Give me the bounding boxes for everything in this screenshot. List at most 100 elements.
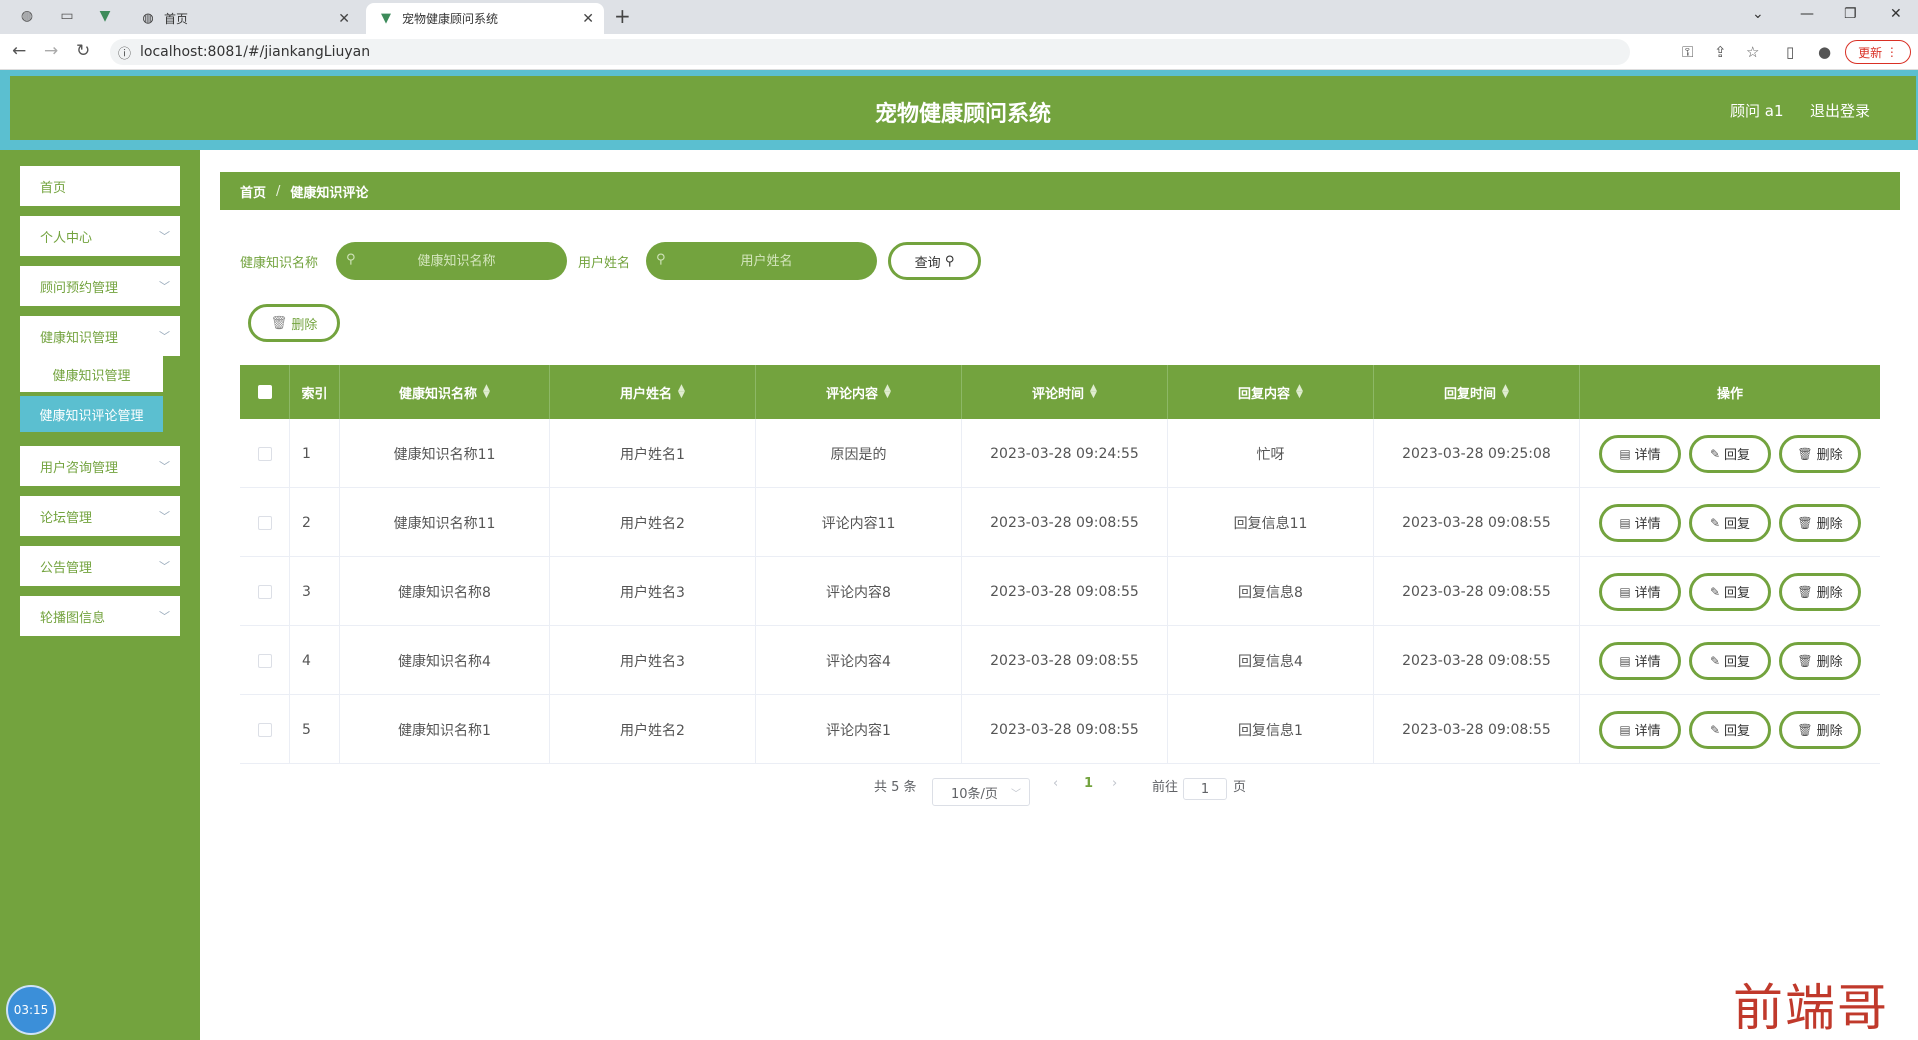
header-reply[interactable]: 回复内容 ▲ ▼ xyxy=(1168,365,1374,419)
row-checkbox[interactable] xyxy=(257,653,272,668)
reply-button[interactable]: ✎ 回复 xyxy=(1689,503,1771,542)
header-knowledge-name[interactable]: 健康知识名称 ▲ ▼ xyxy=(340,365,550,419)
breadcrumb-home[interactable]: 首页 xyxy=(240,182,266,201)
window-close-icon[interactable]: ✕ xyxy=(1890,6,1902,22)
detail-button[interactable]: ▤ 详情 xyxy=(1599,572,1681,611)
side-panel-icon[interactable]: ▯ xyxy=(1786,43,1794,61)
minimize-icon[interactable]: — xyxy=(1800,6,1814,22)
next-page-icon[interactable]: › xyxy=(1112,776,1117,791)
knowledge-name-input[interactable] xyxy=(336,242,567,280)
sidebar-item-personal-center[interactable]: 个人中心 ﹀ xyxy=(20,216,180,256)
sort-icon[interactable]: ▲ ▼ xyxy=(1296,384,1303,400)
trash-icon: 🗑 xyxy=(1797,584,1813,599)
sidebar-item-notice[interactable]: 公告管理 ﹀ xyxy=(20,546,180,586)
row-checkbox[interactable] xyxy=(257,722,272,737)
row-checkbox[interactable] xyxy=(257,584,272,599)
cell-comment: 原因是的 xyxy=(756,419,962,488)
pinned-tab-vue-icon[interactable]: ▼ xyxy=(96,8,114,26)
cell-select[interactable] xyxy=(240,695,290,764)
sidebar-item-appointment[interactable]: 顾问预约管理 ﹀ xyxy=(20,266,180,306)
reply-button[interactable]: ✎ 回复 xyxy=(1689,710,1771,749)
tab-close-icon[interactable]: ✕ xyxy=(338,11,350,27)
row-checkbox[interactable] xyxy=(257,515,272,530)
key-icon[interactable]: ⚿ xyxy=(1682,43,1693,61)
forward-icon[interactable]: → xyxy=(44,41,58,61)
back-icon[interactable]: ← xyxy=(12,41,26,61)
sort-icon[interactable]: ▲ ▼ xyxy=(678,384,685,400)
detail-button[interactable]: ▤ 详情 xyxy=(1599,503,1681,542)
vue-logo-icon: ▼ xyxy=(381,11,391,26)
sort-icon[interactable]: ▲ ▼ xyxy=(884,384,891,400)
cell-index: 3 xyxy=(290,557,340,626)
detail-button[interactable]: ▤ 详情 xyxy=(1599,710,1681,749)
delete-button[interactable]: 🗑 删除 xyxy=(1779,572,1861,611)
browser-update-button[interactable]: 更新 ⋮ xyxy=(1845,40,1911,64)
submenu-item-knowledge-comments[interactable]: 健康知识评论管理 xyxy=(20,396,163,432)
query-button[interactable]: 查询 ⚲ xyxy=(888,242,981,280)
new-tab-icon[interactable]: + xyxy=(614,4,631,28)
batch-delete-button[interactable]: 🗑 删除 xyxy=(248,304,340,342)
restore-icon[interactable]: ❐ xyxy=(1844,6,1857,22)
table-row: 5 健康知识名称1 用户姓名2 评论内容1 2023-03-28 09:08:55 回复信… xyxy=(240,695,1880,764)
chevron-down-icon: ﹀ xyxy=(159,510,170,523)
header-reply-time[interactable]: 回复时间 ▲ ▼ xyxy=(1374,365,1580,419)
cell-select[interactable] xyxy=(240,626,290,695)
page-size-select[interactable]: 10条/页 ﹀ xyxy=(932,778,1030,806)
tab-close-icon[interactable]: ✕ xyxy=(582,11,594,27)
user-name-input[interactable] xyxy=(646,242,877,280)
logout-link[interactable]: 退出登录 xyxy=(1810,100,1870,121)
reply-label: 回复 xyxy=(1724,586,1751,601)
sort-icon[interactable]: ▲ ▼ xyxy=(483,384,490,400)
header-comment-time[interactable]: 评论时间 ▲ ▼ xyxy=(962,365,1168,419)
user-name-search: ⚲ xyxy=(646,242,877,280)
prev-page-icon[interactable]: ‹ xyxy=(1053,776,1058,791)
delete-button[interactable]: 🗑 删除 xyxy=(1779,503,1861,542)
browser-tab-app[interactable]: ▼ 宠物健康顾问系统 ✕ xyxy=(366,3,604,34)
header-actions: 操作 xyxy=(1580,365,1880,419)
select-all-checkbox[interactable] xyxy=(257,385,272,399)
site-info-icon[interactable]: ⓘ xyxy=(118,43,131,62)
reply-button[interactable]: ✎ 回复 xyxy=(1689,572,1771,611)
detail-button[interactable]: ▤ 详情 xyxy=(1599,434,1681,473)
cell-text: 4 xyxy=(302,652,311,669)
sidebar-item-carousel[interactable]: 轮播图信息 ﹀ xyxy=(20,596,180,636)
delete-button[interactable]: 🗑 删除 xyxy=(1779,434,1861,473)
goto-page-input[interactable]: 1 xyxy=(1183,778,1227,800)
sort-icon[interactable]: ▲ ▼ xyxy=(1502,384,1509,400)
submenu-item-knowledge[interactable]: 健康知识管理 xyxy=(20,356,163,392)
search-icon: ⚲ xyxy=(346,252,356,267)
sort-icon[interactable]: ▲ ▼ xyxy=(1090,384,1097,400)
sidebar-item-health-knowledge[interactable]: 健康知识管理 ﹀ xyxy=(20,316,180,356)
tab-search-icon[interactable]: ⌄ xyxy=(1752,6,1764,22)
cell-select[interactable] xyxy=(240,488,290,557)
pinned-tab-globe-icon[interactable]: ◍ xyxy=(18,8,36,26)
row-checkbox[interactable] xyxy=(257,446,272,461)
cell-text: 评论内容4 xyxy=(826,653,891,670)
browser-tab-home[interactable]: ◍ 首页 ✕ xyxy=(128,3,360,34)
detail-button[interactable]: ▤ 详情 xyxy=(1599,641,1681,680)
page-number[interactable]: 1 xyxy=(1084,776,1093,791)
sidebar-item-consultation[interactable]: 用户咨询管理 ﹀ xyxy=(20,446,180,486)
header-index: 索引 xyxy=(290,365,340,419)
cell-select[interactable] xyxy=(240,557,290,626)
cell-select[interactable] xyxy=(240,419,290,488)
cell-actions: ▤ 详情 ✎ 回复 🗑 删除 xyxy=(1580,626,1880,695)
reply-button[interactable]: ✎ 回复 xyxy=(1689,434,1771,473)
reload-icon[interactable]: ↻ xyxy=(76,41,90,61)
bookmark-star-icon[interactable]: ☆ xyxy=(1746,43,1759,61)
cell-text: 回复信息8 xyxy=(1238,584,1303,601)
delete-button[interactable]: 🗑 删除 xyxy=(1779,641,1861,680)
sidebar-item-forum[interactable]: 论坛管理 ﹀ xyxy=(20,496,180,536)
delete-button[interactable]: 🗑 删除 xyxy=(1779,710,1861,749)
pinned-tab-window-icon[interactable]: ▭ xyxy=(58,8,76,26)
sidebar-item-home[interactable]: 首页 xyxy=(20,166,180,206)
header-user-name[interactable]: 用户姓名 ▲ ▼ xyxy=(550,365,756,419)
cell-comment: 评论内容11 xyxy=(756,488,962,557)
profile-icon[interactable]: ● xyxy=(1818,43,1831,61)
share-icon[interactable]: ⇪ xyxy=(1714,43,1727,61)
header-select-all[interactable] xyxy=(240,365,290,419)
reply-button[interactable]: ✎ 回复 xyxy=(1689,641,1771,680)
url-field[interactable]: ⓘ localhost:8081/#/jiankangLiuyan xyxy=(110,39,1630,65)
header-comment[interactable]: 评论内容 ▲ ▼ xyxy=(756,365,962,419)
cell-comment: 评论内容8 xyxy=(756,557,962,626)
